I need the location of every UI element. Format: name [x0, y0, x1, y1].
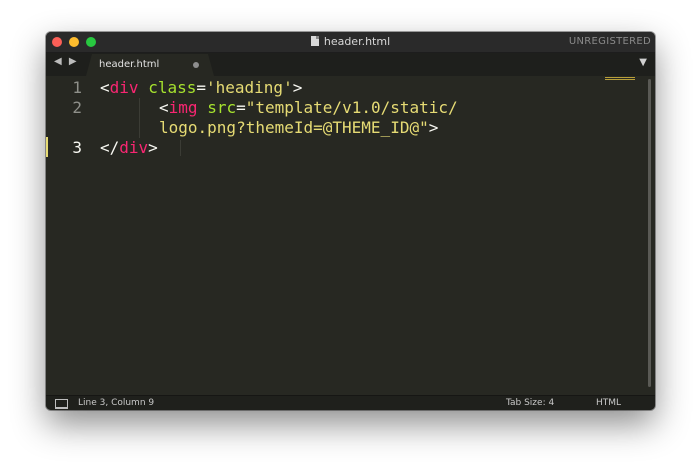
status-bar: Line 3, Column 9 Tab Size: 4 HTML — [46, 395, 655, 410]
equals-sign: = — [236, 98, 246, 117]
tab-label: header.html — [99, 59, 160, 70]
tab-navigation-icons[interactable]: ◀ ▶ — [54, 56, 79, 67]
closing-tag-open-bracket: </ — [100, 138, 120, 157]
tag-open-bracket: < — [159, 98, 169, 117]
sublime-text-window: header.html UNREGISTERED ◀ ▶ header.html… — [46, 32, 655, 410]
attribute-value-wrap: logo.png?themeId=@THEME_ID@" — [159, 118, 429, 137]
attribute-value: "template/v1.0/static/ — [245, 98, 458, 117]
minimap-line — [605, 79, 635, 80]
window-title-text: header.html — [323, 35, 391, 48]
tag-open-bracket: < — [100, 78, 110, 97]
line-number-1: 1 — [72, 78, 82, 97]
syntax-mode[interactable]: HTML — [596, 396, 621, 410]
equals-sign: = — [196, 78, 206, 97]
vertical-scrollbar[interactable] — [648, 79, 651, 387]
indent-guide — [139, 98, 140, 138]
tab-menu-icon[interactable]: ▼ — [639, 57, 647, 68]
attribute-name: class — [148, 78, 197, 97]
cursor-position: Line 3, Column 9 — [78, 398, 155, 408]
titlebar: header.html UNREGISTERED — [46, 32, 655, 53]
panel-toggle-icon[interactable] — [55, 399, 68, 409]
tag-close-bracket: > — [292, 78, 303, 97]
minimap-line — [605, 77, 635, 78]
tag-close-bracket: > — [148, 138, 158, 157]
code-line-1[interactable]: <div class='heading'> — [100, 78, 302, 98]
tag-name: div — [119, 138, 149, 157]
code-editor[interactable]: 1 2 3 <div class='heading'> <img src="te… — [46, 76, 655, 395]
tab-bar: ◀ ▶ header.html ▼ — [46, 53, 655, 76]
code-line-3[interactable]: </div> — [100, 138, 158, 158]
modified-dot-icon — [193, 62, 199, 68]
window-title: header.html — [46, 32, 655, 52]
document-icon — [310, 36, 319, 46]
license-status: UNREGISTERED — [568, 36, 651, 47]
active-line-marker — [46, 137, 48, 157]
minimap[interactable] — [605, 77, 635, 83]
line-number-3: 3 — [72, 138, 82, 157]
code-line-2-wrap[interactable]: logo.png?themeId=@THEME_ID@"> — [159, 118, 438, 138]
tab-size[interactable]: Tab Size: 4 — [506, 396, 554, 410]
tag-close-bracket: > — [428, 118, 439, 137]
attribute-value: 'heading' — [206, 78, 293, 97]
code-line-2[interactable]: <img src="template/v1.0/static/ — [159, 98, 458, 118]
line-gutter: 1 2 3 — [46, 76, 96, 395]
tag-name: img — [168, 98, 198, 117]
tag-name: div — [109, 78, 139, 97]
line-number-2: 2 — [72, 98, 82, 117]
indent-guide — [180, 140, 181, 156]
tab-header-html[interactable]: header.html — [86, 54, 214, 76]
attribute-name: src — [207, 98, 237, 117]
